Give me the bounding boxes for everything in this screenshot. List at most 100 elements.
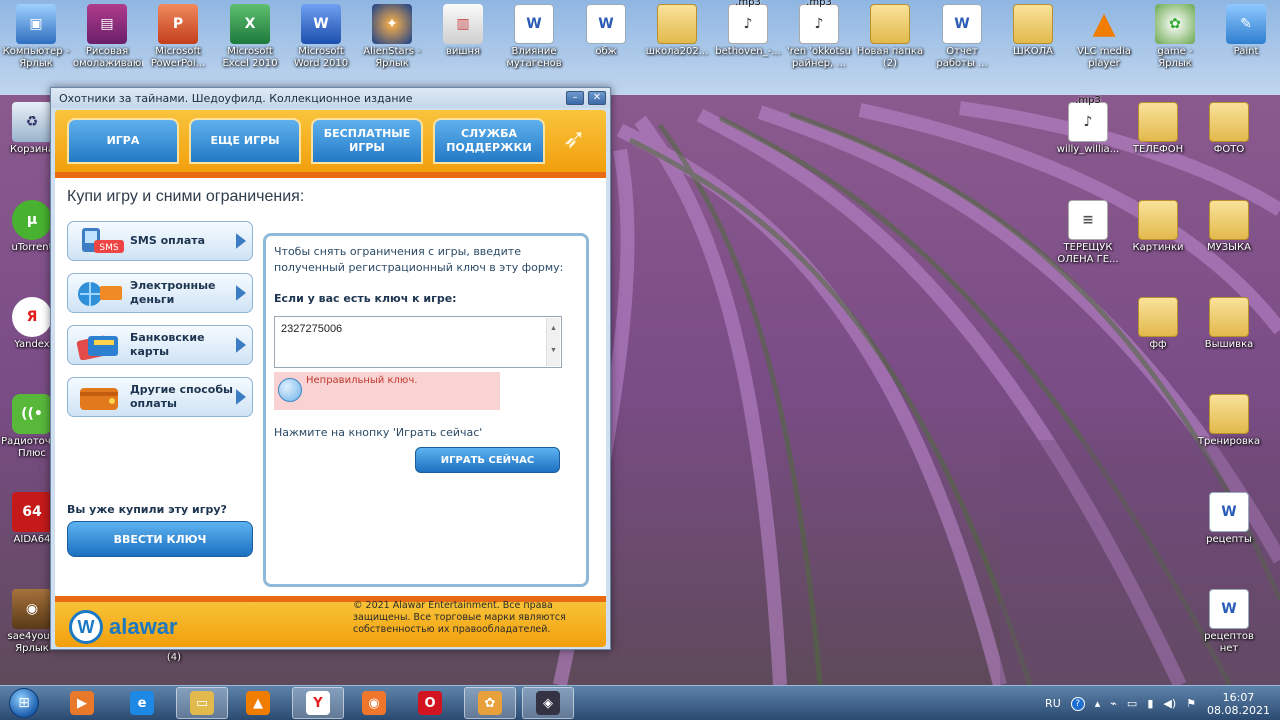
window-frame: ИГРА ЕЩЕ ИГРЫ БЕСПЛАТНЫЕ ИГРЫ СЛУЖБА ПОД… bbox=[55, 110, 606, 647]
enter-key-button[interactable]: ВВЕСТИ КЛЮЧ bbox=[67, 521, 253, 557]
clock-time: 16:07 bbox=[1222, 690, 1255, 704]
desktop-icon[interactable]: ♪ .mp3 willy_willia... bbox=[1052, 95, 1124, 156]
paint-icon: ✎ bbox=[1226, 4, 1266, 44]
folder-icon bbox=[870, 4, 910, 44]
desktop-icon[interactable]: Новая папка (2) bbox=[854, 0, 926, 70]
language-indicator[interactable]: RU bbox=[1045, 697, 1061, 710]
desktop-icon[interactable]: ♪ .mp3 bethoven_-... bbox=[712, 0, 784, 58]
network-icon[interactable]: ▭ bbox=[1127, 697, 1137, 710]
taskbar-internet-explorer-button[interactable]: e bbox=[116, 687, 168, 719]
flag-icon[interactable]: ⚑ bbox=[1186, 697, 1196, 710]
bank-cards-icon bbox=[74, 330, 126, 361]
desktop-icon[interactable]: ШКОЛА bbox=[997, 0, 1069, 58]
volume-icon[interactable]: ◀) bbox=[1163, 697, 1176, 710]
desktop-icon[interactable]: ✿ game - Ярлык bbox=[1139, 0, 1211, 70]
file-extension-badge: .mp3 bbox=[1075, 95, 1101, 106]
chevron-right-icon bbox=[236, 337, 246, 353]
sae4you-icon: ◉ bbox=[12, 589, 52, 629]
desktop-icon[interactable]: ▣ Компьютер - Ярлык bbox=[0, 0, 72, 70]
system-tray: RU ? ▴ ⌁ ▭ ▮ ◀) ⚑ 16:07 08.08.2021 bbox=[1040, 686, 1280, 720]
alawar-logo[interactable]: W alawar bbox=[69, 610, 178, 644]
desktop-icon[interactable]: W Microsoft Word 2010 bbox=[285, 0, 357, 70]
taskbar-opera-button[interactable]: O bbox=[404, 687, 456, 719]
pay-cards-button[interactable]: Банковские карты bbox=[67, 325, 253, 365]
tab-more-games[interactable]: ЕЩЕ ИГРЫ bbox=[189, 118, 301, 164]
desktop-icon-label: 'ren 'okkotsu райнер, ... bbox=[787, 46, 851, 69]
desktop-icon[interactable]: W Отчет работы ... bbox=[926, 0, 998, 70]
play-hint: Нажмите на кнопку 'Играть сейчас' bbox=[274, 426, 483, 439]
desktop-icon[interactable]: Wрецептов нет bbox=[1193, 585, 1265, 655]
radio-icon: ((• bbox=[12, 394, 52, 434]
desktop-icon-label: ШКОЛА bbox=[1012, 46, 1054, 57]
clock[interactable]: 16:07 08.08.2021 bbox=[1207, 691, 1270, 717]
word-doc-icon: W bbox=[586, 4, 626, 44]
pay-emoney-button[interactable]: Электронные деньги bbox=[67, 273, 253, 313]
folder-icon bbox=[657, 4, 697, 44]
windows-logo-icon: ⊞ bbox=[9, 688, 39, 718]
desktop-icon-label: Paint bbox=[1233, 46, 1259, 57]
pay-other-button[interactable]: Другие способы оплаты bbox=[67, 377, 253, 417]
desktop-icon[interactable]: P Microsoft PowerPoi... bbox=[142, 0, 214, 70]
usb-icon[interactable]: ⌁ bbox=[1110, 697, 1117, 710]
desktop-icon[interactable]: ✎ Paint bbox=[1210, 0, 1280, 58]
desktop-icon-label: рецепты bbox=[1206, 534, 1252, 545]
taskbar-yandex-button[interactable]: Y bbox=[292, 687, 344, 719]
desktop-icon[interactable]: ♪ .mp3'ren 'okkotsu райнер, ... bbox=[783, 0, 855, 70]
desktop-icon-label: Влияние мутагенов ... bbox=[506, 46, 562, 69]
desktop-icon[interactable]: X Microsoft Excel 2010 bbox=[214, 0, 286, 70]
desktop-icon[interactable]: Картинки bbox=[1122, 196, 1194, 254]
start-button[interactable]: ⊞ bbox=[4, 687, 44, 719]
desktop-icon[interactable]: школа202... bbox=[641, 0, 713, 58]
desktop-icon-label: вишня bbox=[445, 46, 481, 57]
error-message: Неправильный ключ. bbox=[306, 375, 418, 386]
desktop-icon[interactable]: Wрецепты bbox=[1193, 488, 1265, 546]
taskbar-butterfly-app-button[interactable]: ✿ bbox=[464, 687, 516, 719]
taskbar-media-player-button[interactable]: ▶ bbox=[56, 687, 108, 719]
desktop-icon[interactable]: WВлияние мутагенов ... bbox=[498, 0, 570, 70]
help-icon[interactable]: ? bbox=[1070, 696, 1085, 711]
pay-sms-button[interactable]: SMS SMS оплата bbox=[67, 221, 253, 261]
desktop-icon[interactable]: ФОТО bbox=[1193, 98, 1265, 156]
desktop-icon[interactable]: фф bbox=[1122, 293, 1194, 351]
desktop-icon[interactable]: ▥ вишня bbox=[427, 0, 499, 58]
taskbar-firefox-button[interactable]: ◉ bbox=[348, 687, 400, 719]
document-icon: ≡ bbox=[1068, 200, 1108, 240]
already-bought-label: Вы уже купили эту игру? bbox=[67, 503, 227, 516]
window-titlebar[interactable]: Охотники за тайнами. Шедоуфилд. Коллекци… bbox=[51, 88, 610, 108]
mp3-icon: ♪ .mp3 bbox=[799, 0, 839, 44]
folder-icon bbox=[1013, 4, 1053, 44]
taskbar-vlc-button[interactable]: ▲ bbox=[232, 687, 284, 719]
word-doc-icon: W bbox=[942, 4, 982, 44]
computer-icon: ▣ bbox=[16, 4, 56, 44]
desktop-icon[interactable]: ▲ VLC media player bbox=[1068, 0, 1140, 70]
content-area: Купи игру и сними ограничения: SMS SMS о… bbox=[55, 178, 606, 596]
tab-support[interactable]: СЛУЖБА ПОДДЕРЖКИ bbox=[433, 118, 545, 164]
close-button[interactable]: ✕ bbox=[588, 91, 606, 105]
minimize-button[interactable]: – bbox=[566, 91, 584, 105]
opera-icon: O bbox=[418, 691, 442, 715]
desktop-icon[interactable]: Вышивка bbox=[1193, 293, 1265, 351]
desktop-icon-label: game - Ярлык bbox=[1157, 46, 1193, 69]
desktop-icon[interactable]: ≡ ТЕРЕЩУК ОЛЕНА ГЕ... bbox=[1052, 196, 1124, 266]
tab-free-games[interactable]: БЕСПЛАТНЫЕ ИГРЫ bbox=[311, 118, 423, 164]
desktop-icon[interactable]: ▤Рисовая омолаживающ... bbox=[71, 0, 143, 70]
desktop-icon[interactable]: МУЗЫКА bbox=[1193, 196, 1265, 254]
desktop-icon[interactable]: Wобж bbox=[570, 0, 642, 58]
key-input-scrollbar[interactable]: ▲ ▼ bbox=[546, 318, 560, 366]
desktop-icon[interactable]: ТЕЛЕФОН bbox=[1122, 98, 1194, 156]
chevron-right-icon bbox=[236, 389, 246, 405]
chevron-up-icon[interactable]: ▴ bbox=[1095, 697, 1101, 710]
media-player-icon: ▶ bbox=[70, 691, 94, 715]
tab-game[interactable]: ИГРА bbox=[67, 118, 179, 164]
registration-key-input[interactable]: 2327275006 ▲ ▼ bbox=[274, 316, 562, 368]
desktop-icon[interactable]: Тренировка bbox=[1193, 390, 1265, 448]
winrar-icon: ▤ bbox=[87, 4, 127, 44]
alawar-game-window: Охотники за тайнами. Шедоуфилд. Коллекци… bbox=[50, 87, 611, 650]
desktop-icon[interactable]: ✦ AlienStars - Ярлык bbox=[356, 0, 428, 70]
taskbar-alawar-game-button[interactable]: ◈ bbox=[522, 687, 574, 719]
play-now-button[interactable]: ИГРАТЬ СЕЙЧАС bbox=[415, 447, 560, 473]
pay-cards-label: Банковские карты bbox=[130, 331, 205, 358]
taskbar-explorer-button[interactable]: ▭ bbox=[176, 687, 228, 719]
alawar-game-icon: ◈ bbox=[536, 691, 560, 715]
signal-icon[interactable]: ▮ bbox=[1147, 697, 1153, 710]
